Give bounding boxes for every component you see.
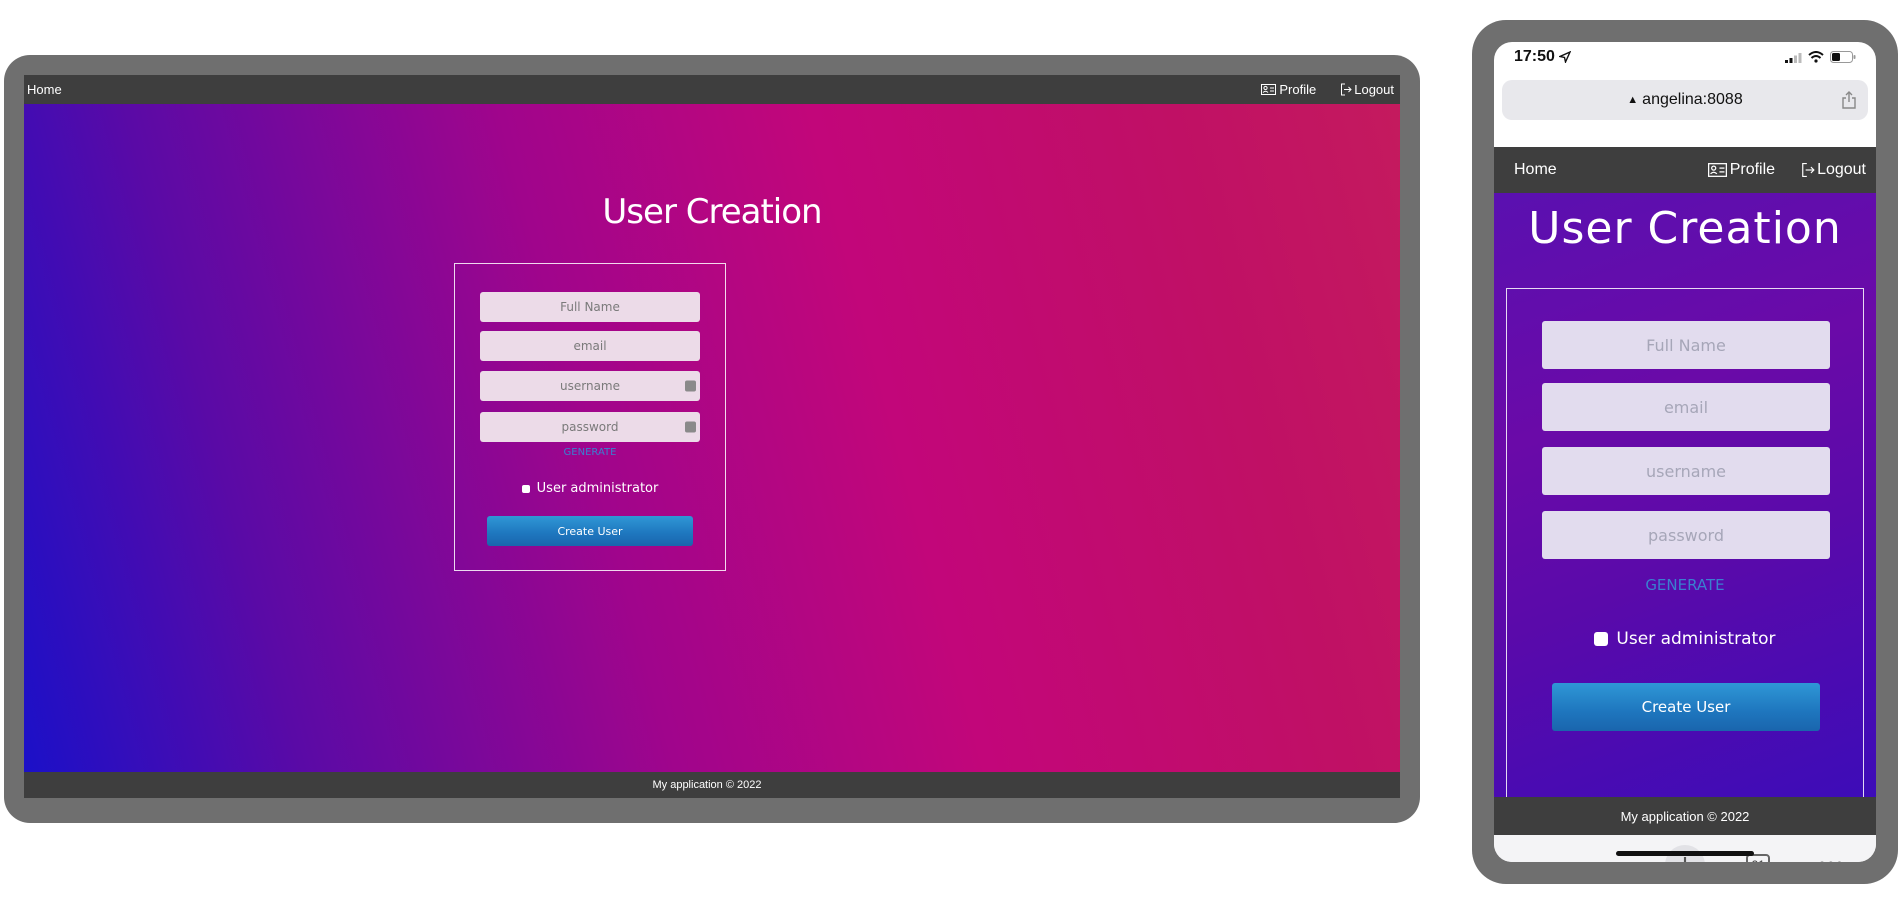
phone-device-frame: 17:50 ▲ angelina:8088 Home Profile Logou… xyxy=(1472,20,1898,884)
generate-icon[interactable] xyxy=(685,380,696,392)
phone-footer: My application © 2022 xyxy=(1494,797,1876,835)
username-input[interactable]: username xyxy=(1542,447,1830,495)
full-name-input[interactable]: Full Name xyxy=(480,292,700,322)
back-arrow-icon[interactable]: ← xyxy=(1519,845,1559,863)
nav-logout-link[interactable]: Logout xyxy=(1801,161,1866,179)
logout-icon xyxy=(1341,83,1352,96)
admin-checkbox[interactable] xyxy=(521,484,530,493)
nav-logout-label: Logout xyxy=(1817,161,1866,178)
password-input[interactable]: password xyxy=(480,412,700,442)
wifi-icon xyxy=(1808,51,1824,63)
nav-logout-label: Logout xyxy=(1354,82,1394,97)
create-user-button[interactable]: Create User xyxy=(487,516,693,546)
phone-navbar: Home Profile Logout xyxy=(1494,147,1876,193)
generate-link[interactable]: GENERATE xyxy=(455,447,725,458)
browser-toolbar: ← → + 21 ••• xyxy=(1494,835,1876,862)
email-input[interactable]: email xyxy=(480,331,700,361)
share-icon[interactable] xyxy=(1842,91,1856,109)
password-placeholder: password xyxy=(561,420,619,434)
signal-icon xyxy=(1785,52,1802,63)
page-title: User Creation xyxy=(1528,203,1842,254)
battery-icon xyxy=(1830,51,1856,63)
desktop-main-area: User Creation Full Name email username p… xyxy=(24,104,1400,772)
create-user-button[interactable]: Create User xyxy=(1552,683,1820,731)
nav-profile-label: Profile xyxy=(1279,82,1317,97)
status-time: 17:50 xyxy=(1514,48,1555,65)
desktop-screen: Home Profile Logout User Creation Full N… xyxy=(24,75,1400,798)
admin-checkbox[interactable] xyxy=(1594,632,1609,646)
location-arrow-icon xyxy=(1558,51,1571,63)
nav-profile-label: Profile xyxy=(1729,161,1776,178)
warning-icon: ▲ xyxy=(1627,94,1639,106)
generate-icon[interactable] xyxy=(685,421,696,433)
desktop-navbar: Home Profile Logout xyxy=(24,75,1400,104)
url-text: angelina:8088 xyxy=(1642,91,1743,108)
logout-icon xyxy=(1802,163,1815,177)
nav-logout-link[interactable]: Logout xyxy=(1340,82,1394,97)
admin-checkbox-row: User administrator xyxy=(455,481,725,496)
nav-profile-link[interactable]: Profile xyxy=(1707,161,1776,179)
admin-label: User administrator xyxy=(1616,629,1776,649)
admin-checkbox-row: User administrator xyxy=(1507,629,1863,649)
admin-label: User administrator xyxy=(536,481,659,496)
page-title: User Creation xyxy=(602,192,822,232)
full-name-input[interactable]: Full Name xyxy=(1542,321,1830,369)
user-form: Full Name email username password GENERA… xyxy=(454,263,726,571)
phone-main-area: User Creation Full Name email username p… xyxy=(1494,193,1876,808)
nav-home-link[interactable]: Home xyxy=(1514,161,1557,179)
profile-card-icon xyxy=(1261,84,1277,95)
user-form: Full Name email username password GENERA… xyxy=(1506,288,1864,808)
nav-profile-link[interactable]: Profile xyxy=(1261,82,1316,97)
desktop-footer: My application © 2022 xyxy=(24,772,1400,798)
profile-card-icon xyxy=(1707,163,1727,177)
email-input[interactable]: email xyxy=(1542,383,1830,431)
phone-screen: 17:50 ▲ angelina:8088 Home Profile Logou… xyxy=(1494,42,1876,862)
password-input[interactable]: password xyxy=(1542,511,1830,559)
more-icon[interactable]: ••• xyxy=(1811,845,1851,862)
home-indicator xyxy=(1616,851,1754,856)
nav-home-link[interactable]: Home xyxy=(27,82,62,97)
status-bar: 17:50 xyxy=(1494,42,1876,72)
username-input[interactable]: username xyxy=(480,371,700,401)
desktop-device-frame: Home Profile Logout User Creation Full N… xyxy=(4,55,1420,823)
generate-link[interactable]: GENERATE xyxy=(1507,576,1863,594)
username-placeholder: username xyxy=(560,379,620,393)
url-bar[interactable]: ▲ angelina:8088 xyxy=(1502,80,1868,120)
